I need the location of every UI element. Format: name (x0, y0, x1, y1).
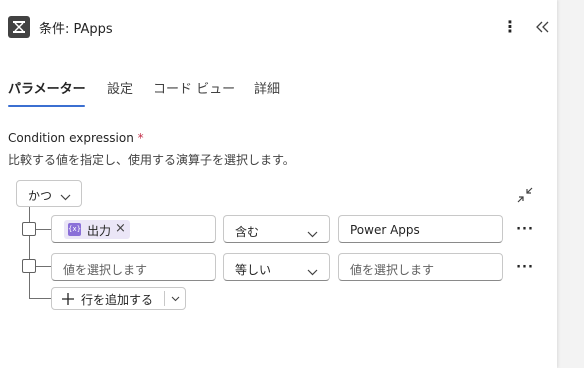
more-vertical-icon[interactable]: ⋮ (501, 17, 519, 37)
add-row-menu-button[interactable] (165, 288, 185, 309)
left-placeholder: 値を選択します (63, 263, 148, 277)
plus-icon (61, 291, 75, 310)
add-row-split-button: 行を追加する (51, 287, 186, 310)
dynamic-content-token: {x} 出力 × (64, 220, 130, 239)
label-text: Condition expression (8, 131, 134, 145)
chevron-down-icon (307, 227, 318, 241)
condition-expression-label: Condition expression * (8, 131, 144, 145)
left-value-field[interactable]: 値を選択します (51, 253, 216, 281)
token-label: 出力 (87, 224, 112, 238)
row-checkbox[interactable] (22, 222, 36, 236)
chevron-down-icon (60, 190, 71, 204)
tab-settings[interactable]: 設定 (107, 78, 133, 97)
tab-code-view[interactable]: コード ビュー (153, 78, 235, 97)
operator-dropdown[interactable]: 等しい (223, 253, 330, 281)
row-checkbox[interactable] (22, 259, 36, 273)
right-value: Power Apps (350, 223, 420, 237)
row-more-icon[interactable]: ··· (516, 222, 534, 237)
tab-details[interactable]: 詳細 (254, 78, 280, 97)
left-value-field[interactable]: {x} 出力 × (51, 215, 216, 243)
operator-value: 等しい (235, 263, 272, 277)
operator-dropdown[interactable]: 含む (223, 215, 330, 243)
right-placeholder: 値を選択します (350, 263, 435, 277)
tab-parameters[interactable]: パラメーター (8, 78, 86, 97)
operator-value: 含む (235, 225, 260, 239)
group-operator-value: かつ (28, 189, 53, 203)
group-operator-dropdown[interactable]: かつ (16, 180, 82, 207)
collapse-arrows-icon[interactable] (516, 186, 534, 204)
condition-icon (8, 16, 30, 38)
add-row-button[interactable]: 行を追加する (52, 288, 164, 309)
right-value-field[interactable]: 値を選択します (338, 253, 503, 281)
condition-description: 比較する値を指定し、使用する演算子を選択します。 (8, 153, 295, 167)
row-more-icon[interactable]: ··· (516, 260, 534, 275)
chevron-down-icon (171, 296, 180, 302)
condition-panel: 条件: PApps ⋮ パラメーター 設定 コード ビュー 詳細 Conditi… (0, 0, 557, 368)
close-icon[interactable]: × (115, 221, 126, 236)
add-row-label: 行を追加する (81, 293, 154, 307)
panel-title: 条件: PApps (39, 22, 113, 37)
required-mark: * (137, 131, 144, 145)
tree-branch (29, 298, 51, 299)
expression-icon: {x} (68, 223, 81, 236)
right-value-field[interactable]: Power Apps (338, 215, 503, 243)
double-chevron-left-icon[interactable] (533, 16, 553, 38)
chevron-down-icon (307, 265, 318, 279)
tree-connector (29, 207, 30, 298)
active-tab-indicator (8, 105, 85, 107)
scrollbar[interactable] (561, 0, 584, 368)
